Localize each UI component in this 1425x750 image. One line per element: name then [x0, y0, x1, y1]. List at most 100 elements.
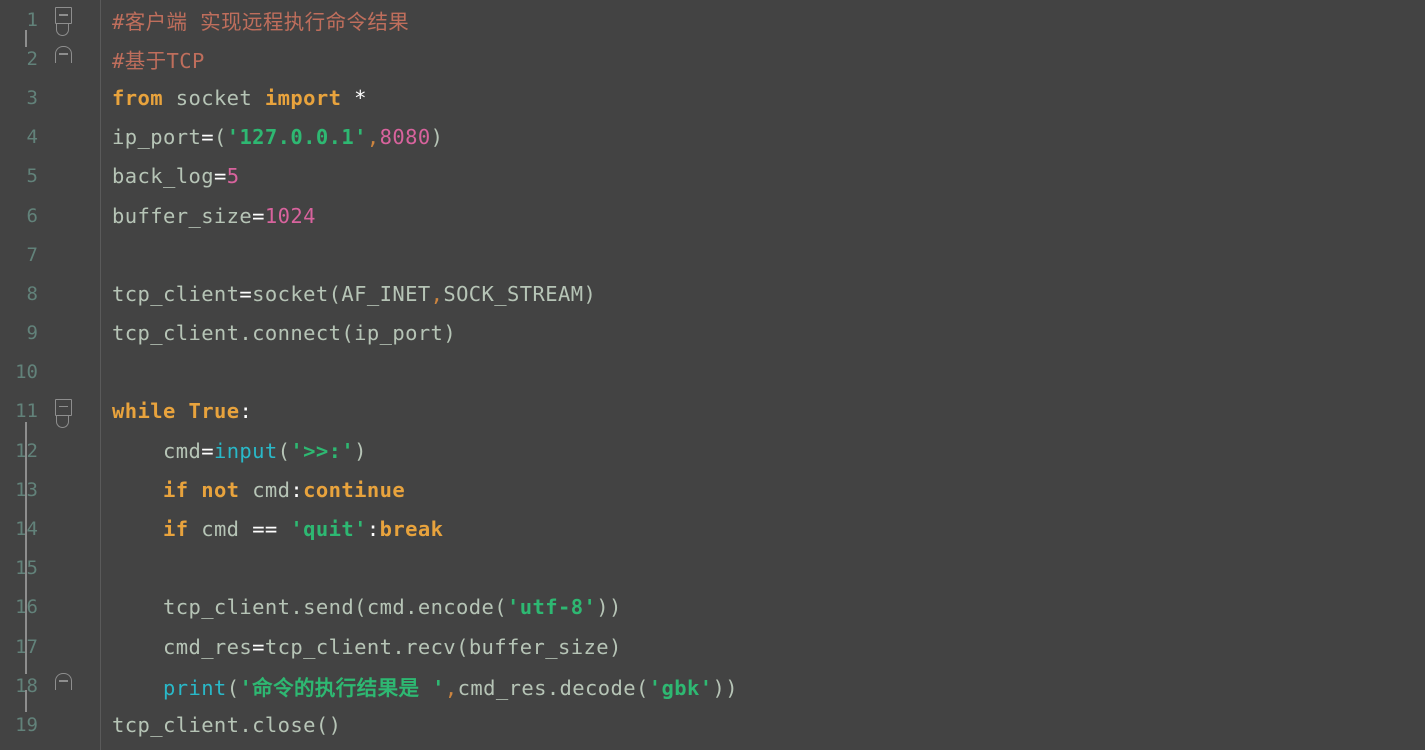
line-number: 6: [26, 204, 38, 227]
token: buffer_size: [468, 634, 609, 659]
token: ,: [430, 281, 444, 306]
token: cmd: [162, 438, 202, 463]
line-number: 7: [26, 243, 38, 266]
fold-collapse-icon[interactable]: [55, 7, 72, 24]
token: 5: [226, 164, 240, 189]
code-line[interactable]: 12 cmd=input('>>:'): [0, 431, 1425, 470]
code-text[interactable]: back_log=5: [112, 164, 1425, 188]
fold-collapse-icon[interactable]: [55, 398, 72, 416]
line-number: 14: [0, 518, 38, 540]
code-text[interactable]: tcp_client.send(cmd.encode('utf-8')): [112, 595, 1425, 619]
code-line[interactable]: 9 tcp_client.connect(ip_port): [0, 314, 1425, 353]
code-text[interactable]: #基于TCP: [112, 44, 1425, 74]
token: '127.0.0.1': [226, 125, 367, 150]
token: (: [494, 595, 508, 620]
code-line[interactable]: 6 buffer_size=1024: [0, 196, 1425, 235]
code-text[interactable]: if not cmd:continue: [112, 478, 1425, 502]
fold-region-end-icon[interactable]: [55, 673, 72, 691]
line-number: 13: [0, 479, 38, 501]
code-line[interactable]: 18 print('命令的执行结果是 ',cmd_res.decode('gbk…: [0, 666, 1425, 705]
code-text[interactable]: if cmd == 'quit':break: [112, 517, 1425, 541]
code-text[interactable]: cmd_res=tcp_client.recv(buffer_size): [112, 635, 1425, 659]
token: if: [162, 477, 189, 502]
code-text[interactable]: tcp_client.close(): [112, 713, 1425, 737]
token: ip_port: [112, 125, 202, 150]
token: =: [201, 125, 214, 150]
fold-guide-line: [25, 690, 27, 713]
line-number: 5: [26, 165, 38, 188]
token: (: [328, 281, 342, 306]
token: break: [379, 517, 444, 542]
token: if: [162, 517, 189, 542]
code-lines-container: 1 #客户端 实现远程执行命令结果 2 #基于TCP 3 from socket impo…: [0, 0, 1425, 745]
line-number: 12: [0, 440, 38, 462]
token: tcp_client.close: [112, 712, 316, 737]
line-number: 2: [26, 47, 38, 70]
code-text[interactable]: tcp_client.connect(ip_port): [112, 321, 1425, 345]
token: )): [712, 675, 738, 700]
fold-region-end-icon[interactable]: [55, 46, 72, 64]
line-number: 11: [15, 400, 38, 423]
code-editor[interactable]: 1 #客户端 实现远程执行命令结果 2 #基于TCP 3 from socket impo…: [0, 0, 1425, 750]
token: back_log: [112, 164, 214, 189]
token: socket: [175, 85, 253, 110]
token: '>>:': [290, 438, 355, 463]
token: cmd_res.decode: [457, 675, 637, 700]
code-line[interactable]: 4 ip_port=('127.0.0.1',8080): [0, 118, 1425, 157]
code-line[interactable]: 5 back_log=5: [0, 157, 1425, 196]
token: True: [188, 399, 240, 424]
token: =: [252, 203, 265, 228]
code-line[interactable]: 17 cmd_res=tcp_client.recv(buffer_size): [0, 627, 1425, 666]
token: =: [213, 164, 227, 189]
code-line[interactable]: 14 if cmd == 'quit':break: [0, 509, 1425, 548]
token: (: [341, 321, 355, 346]
code-line[interactable]: 10: [0, 353, 1425, 392]
code-line[interactable]: 2 #基于TCP: [0, 39, 1425, 78]
line-number: 19: [15, 713, 38, 736]
line-number: 15: [0, 557, 38, 579]
line-number: 4: [26, 126, 38, 149]
line-number: 18: [15, 674, 38, 697]
code-text[interactable]: buffer_size=1024: [112, 204, 1425, 228]
code-line[interactable]: 7: [0, 235, 1425, 274]
token: buffer_size: [112, 203, 253, 228]
token: (: [226, 675, 240, 700]
code-line[interactable]: 19 tcp_client.close(): [0, 705, 1425, 744]
token: ): [583, 281, 597, 306]
fold-end-glyph: [58, 53, 68, 55]
code-line[interactable]: 3 from socket import *: [0, 78, 1425, 117]
code-line[interactable]: 1 #客户端 实现远程执行命令结果: [0, 0, 1425, 39]
token: print: [162, 675, 227, 700]
token: #基于TCP: [112, 48, 205, 73]
code-text[interactable]: while True:: [112, 399, 1425, 423]
code-text[interactable]: cmd=input('>>:'): [112, 439, 1425, 463]
token: )): [596, 595, 622, 620]
code-line[interactable]: 16 tcp_client.send(cmd.encode('utf-8')): [0, 588, 1425, 627]
code-text[interactable]: print('命令的执行结果是 ',cmd_res.decode('gbk')): [112, 671, 1425, 701]
fold-minus-glyph: [58, 405, 68, 408]
token: ): [354, 438, 367, 463]
code-line[interactable]: 8 tcp_client=socket(AF_INET,SOCK_STREAM): [0, 274, 1425, 313]
code-line[interactable]: 13 if not cmd:continue: [0, 470, 1425, 509]
token: ,: [366, 125, 380, 150]
code-text[interactable]: tcp_client=socket(AF_INET,SOCK_STREAM): [112, 282, 1425, 306]
code-line[interactable]: 15: [0, 549, 1425, 588]
fold-region-arrow-icon: [56, 23, 71, 36]
code-text[interactable]: #客户端 实现远程执行命令结果: [112, 5, 1425, 35]
code-text[interactable]: ip_port=('127.0.0.1',8080): [112, 125, 1425, 149]
token: :: [290, 477, 304, 502]
code-line[interactable]: 11 while True:: [0, 392, 1425, 431]
token: cmd.encode: [366, 595, 495, 620]
token: cmd_res: [162, 634, 253, 659]
token: while: [112, 399, 176, 424]
code-text[interactable]: from socket import *: [112, 86, 1425, 110]
token: :: [239, 399, 253, 424]
token: SOCK_STREAM: [443, 281, 584, 306]
